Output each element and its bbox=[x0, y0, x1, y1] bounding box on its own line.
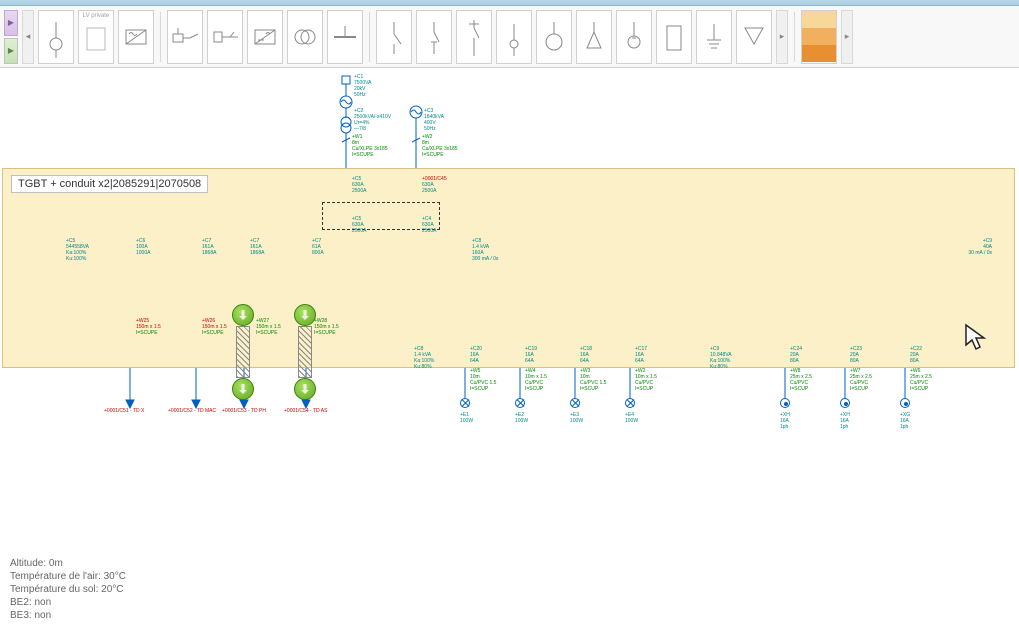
pin-icon[interactable] bbox=[232, 378, 254, 400]
lamp-icon bbox=[460, 398, 470, 408]
dest1: +0001/C51 - TD X bbox=[104, 408, 144, 414]
socket-icon bbox=[840, 398, 850, 408]
sb1-w2: +W310mCu/PVC 1.5I=SCUP bbox=[580, 368, 606, 392]
symbol-bus[interactable] bbox=[327, 10, 363, 64]
c9-head: +C940A30 mA / 0s bbox=[968, 238, 992, 256]
palette-color-scroll[interactable]: ▸ bbox=[841, 10, 853, 64]
sb2-l1: +XH16A1ph bbox=[840, 412, 850, 430]
label-c3: +C31840kVA400V50Hz bbox=[424, 108, 444, 132]
c9-sub: +C910.848VAKa:100%Ku:80% bbox=[710, 346, 732, 370]
symbol-breaker[interactable] bbox=[207, 10, 243, 64]
symbol-arrow-down[interactable] bbox=[736, 10, 772, 64]
symbol-source[interactable] bbox=[38, 10, 74, 64]
symbol-transformer[interactable] bbox=[287, 10, 323, 64]
sb1-c0: +C2016A64A bbox=[470, 346, 482, 364]
sb1-w1: +W410m x 1.5Cu/PVCI=SCUP bbox=[525, 368, 547, 392]
feeder4: +C761A800A bbox=[312, 238, 324, 256]
lamp-icon bbox=[625, 398, 635, 408]
symbol-inverter[interactable] bbox=[247, 10, 283, 64]
sb2-c1: +C2320A80A bbox=[850, 346, 862, 364]
palette-mode-a[interactable]: ▶ bbox=[4, 10, 18, 36]
c8-sub: +C81.4 kVAKa:100%Ku:80% bbox=[414, 346, 434, 370]
out3w: +W27150m x 1.5I=SCUPE bbox=[256, 318, 281, 336]
sb1-w3: +W210m x 1.5Cu/PVCI=SCUP bbox=[635, 368, 657, 392]
socket-icon bbox=[780, 398, 790, 408]
sb1-l2: +E3100W bbox=[570, 412, 583, 424]
palette-mode-b[interactable]: ▶ bbox=[4, 38, 18, 64]
symbol-panel[interactable] bbox=[656, 10, 692, 64]
symbol-converter[interactable] bbox=[118, 10, 154, 64]
palette-color-swatch[interactable] bbox=[801, 10, 837, 64]
label-cable1: +W18mCu/XLPE 3x185I=SCUPE bbox=[352, 134, 388, 158]
conduit-hatch bbox=[236, 326, 250, 378]
sb2-l2: +XG16A1ph bbox=[900, 412, 910, 430]
pin-icon[interactable] bbox=[294, 378, 316, 400]
status-panel: Altitude: 0m Température de l'air: 30°C … bbox=[10, 557, 126, 622]
sb1-l3: +E4100W bbox=[625, 412, 638, 424]
symbol-disconnect[interactable] bbox=[416, 10, 452, 64]
sb1-w0: +W510mCu/PVC 1.5I=SCUP bbox=[470, 368, 496, 392]
out2w: +W26150m x 1.5I=SCUPE bbox=[202, 318, 227, 336]
status-ground-temp: Température du sol: 20°C bbox=[10, 583, 126, 596]
status-be2: BE2: non bbox=[10, 596, 126, 609]
feeder0: +C5544558VAKa:100%Ku:100% bbox=[66, 238, 89, 262]
dest3: +0001/C53 - TD PH bbox=[222, 408, 266, 414]
out4w: +W28150m x 1.5I=SCUPE bbox=[314, 318, 339, 336]
c8-head: +C81.4 kVA160A300 mA / 0s bbox=[472, 238, 498, 262]
symbol-load-generic[interactable] bbox=[616, 10, 652, 64]
symbol-lv-private[interactable]: LV private bbox=[78, 10, 114, 64]
feeder1: +C6100A1000A bbox=[136, 238, 150, 256]
label-cable2: +W28mCu/XLPE 3x185I=SCUPE bbox=[422, 134, 458, 158]
palette-scroll-left[interactable]: ◂ bbox=[22, 10, 34, 64]
symbol-delta[interactable] bbox=[576, 10, 612, 64]
status-air-temp: Température de l'air: 30°C bbox=[10, 570, 126, 583]
sb2-w1: +W725m x 2.5Cu/PVCI=SCUP bbox=[850, 368, 872, 392]
status-altitude: Altitude: 0m bbox=[10, 557, 126, 570]
pin-icon[interactable] bbox=[294, 304, 316, 326]
lbl-tie1: +C5630A2500A bbox=[352, 176, 366, 194]
symbol-switch[interactable] bbox=[376, 10, 412, 64]
diagram-canvas[interactable]: +C17500VA20kV50Hz +C22500kVA/-x410VUr=4%… bbox=[0, 68, 1019, 634]
lbl-c45: +0001/C45630A2500A bbox=[422, 176, 447, 194]
sb1-c2: +C1816A64A bbox=[580, 346, 592, 364]
label-c1: +C17500VA20kV50Hz bbox=[354, 74, 371, 98]
lbl-tie1b: +C5630A2500A bbox=[352, 216, 366, 234]
sb2-w0: +W825m x 2.5Cu/PVCI=SCUP bbox=[790, 368, 812, 392]
symbol-ground[interactable] bbox=[496, 10, 532, 64]
label-xfmr: +C22500kVA/-x410VUr=4%—7/8 bbox=[354, 108, 391, 132]
symbol-earth[interactable] bbox=[696, 10, 732, 64]
symbol-contactor[interactable] bbox=[167, 10, 203, 64]
sb2-l0: +XH16A1ph bbox=[780, 412, 790, 430]
sb1-l0: +E1100W bbox=[460, 412, 473, 424]
conduit-label: TGBT + conduit x2|2085291|2070508 bbox=[11, 175, 208, 193]
lbl-tie2b: +C4630A2500A bbox=[422, 216, 436, 234]
sb1-c1: +C1916A64A bbox=[525, 346, 537, 364]
sb2-c2: +C2220A80A bbox=[910, 346, 922, 364]
dest2: +0001/C52 - TD MAC bbox=[168, 408, 216, 414]
lamp-icon bbox=[515, 398, 525, 408]
pin-icon[interactable] bbox=[232, 304, 254, 326]
symbol-fuse-switch[interactable] bbox=[456, 10, 492, 64]
status-be3: BE3: non bbox=[10, 609, 126, 622]
conduit-hatch bbox=[298, 326, 312, 378]
out1w: +W25150m x 1.5I=SCUPE bbox=[136, 318, 161, 336]
palette-scroll-right[interactable]: ▸ bbox=[776, 10, 788, 64]
symbol-palette: ▶ ▶ ◂ LV private bbox=[0, 6, 1019, 68]
socket-icon bbox=[900, 398, 910, 408]
feeder2: +C7161A1868A bbox=[202, 238, 216, 256]
palette-side-controls: ▶ ▶ bbox=[4, 10, 18, 64]
lamp-icon bbox=[570, 398, 580, 408]
dest4: +0001/C54 - TD AS bbox=[284, 408, 327, 414]
conduit-container[interactable]: TGBT + conduit x2|2085291|2070508 bbox=[2, 168, 1015, 368]
sb2-c0: +C2420A80A bbox=[790, 346, 802, 364]
sb2-w2: +W625m x 2.5Cu/PVCI=SCUP bbox=[910, 368, 932, 392]
sb1-l1: +E2100W bbox=[515, 412, 528, 424]
sb1-c3: +C1716A64A bbox=[635, 346, 647, 364]
feeder3: +C7161A1868A bbox=[250, 238, 264, 256]
symbol-motor[interactable] bbox=[536, 10, 572, 64]
